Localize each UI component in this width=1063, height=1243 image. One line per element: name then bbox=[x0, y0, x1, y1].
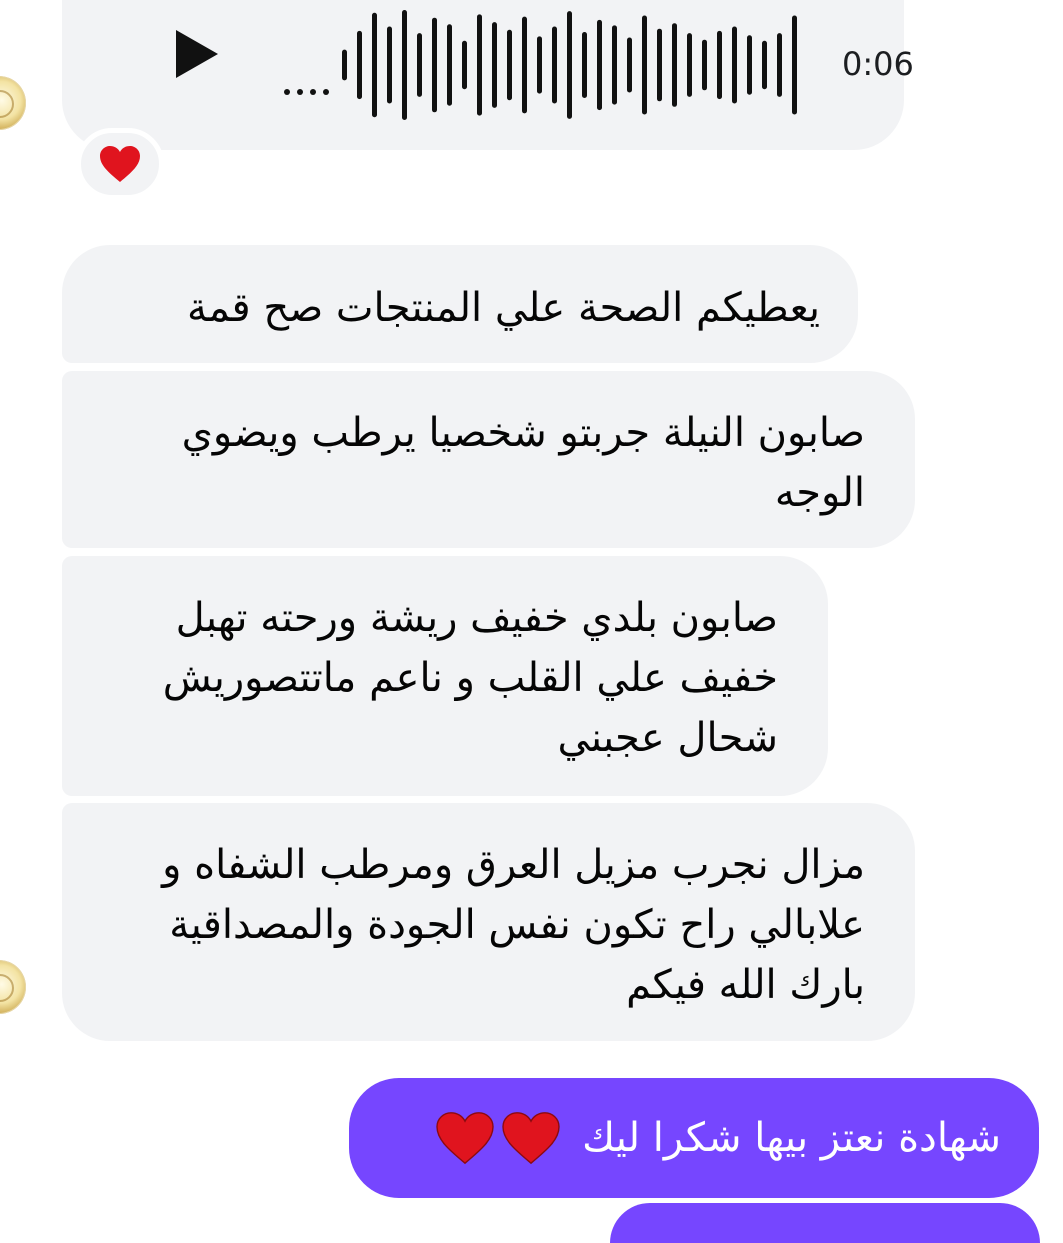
waveform-bar bbox=[387, 26, 392, 104]
waveform-bar bbox=[552, 26, 557, 104]
sender-avatar[interactable] bbox=[0, 960, 26, 1014]
message-bubble[interactable]: صابون النيلة جربتو شخصيا يرطب ويضوي الوج… bbox=[62, 371, 915, 548]
audio-message-bubble: 0:06 bbox=[62, 0, 914, 150]
waveform-bar bbox=[597, 19, 602, 111]
waveform-bar bbox=[702, 39, 707, 91]
waveform-bar bbox=[567, 11, 572, 119]
waveform-bar bbox=[462, 40, 467, 90]
message-bubble[interactable]: صابون بلدي خفيف ريشة ورحته تهبل خفيف علي… bbox=[62, 556, 828, 796]
waveform-bar bbox=[492, 22, 497, 108]
waveform-bar bbox=[762, 40, 767, 90]
waveform-bar bbox=[777, 33, 782, 97]
outgoing-message-bubble[interactable]: شهادة نعتز بيها شكرا ليك bbox=[349, 1078, 1039, 1198]
waveform-bar bbox=[732, 26, 737, 104]
waveform-bar bbox=[582, 32, 587, 98]
heart-icon bbox=[502, 1112, 560, 1165]
waveform-bar bbox=[792, 15, 797, 115]
message-text: صابون بلدي خفيف ريشة ورحته تهبل bbox=[175, 595, 778, 641]
waveform-bar bbox=[357, 30, 362, 100]
waveform-bar bbox=[372, 12, 377, 118]
sender-avatar[interactable] bbox=[0, 76, 26, 130]
audio-duration: 0:06 bbox=[842, 45, 914, 83]
audio-waveform[interactable] bbox=[340, 0, 800, 130]
message-text: يعطيكم الصحة علي المنتجات صح قمة bbox=[186, 285, 820, 331]
message-bubble[interactable]: يعطيكم الصحة علي المنتجات صح قمة bbox=[62, 245, 858, 363]
heart-icon bbox=[436, 1112, 494, 1165]
waveform-bar bbox=[717, 30, 722, 100]
message-reaction[interactable] bbox=[76, 128, 164, 200]
waveform-bar bbox=[402, 10, 407, 120]
waveform-bar bbox=[417, 33, 422, 97]
waveform-bar bbox=[537, 36, 542, 94]
waveform-bar bbox=[642, 15, 647, 115]
message-text: خفيف علي القلب و ناعم ماتتصوريش bbox=[162, 655, 778, 701]
waveform-bar bbox=[477, 14, 482, 116]
message-bubble[interactable]: مزال نجرب مزيل العرق ومرطب الشفاه و علاب… bbox=[62, 803, 915, 1041]
message-text: شهادة نعتز بيها شكرا ليك bbox=[582, 1115, 1001, 1161]
waveform-bar bbox=[687, 33, 692, 97]
waveform-dots bbox=[266, 52, 336, 95]
message-text: مزال نجرب مزيل العرق ومرطب الشفاه و bbox=[162, 842, 865, 888]
waveform-bar bbox=[342, 49, 347, 81]
message-text: علابالي راح تكون نفس الجودة والمصداقية bbox=[169, 902, 865, 948]
waveform-bar bbox=[612, 25, 617, 105]
waveform-bar bbox=[507, 29, 512, 101]
heart-icon bbox=[100, 146, 140, 182]
message-text: الوجه bbox=[774, 470, 865, 516]
message-text: صابون النيلة جربتو شخصيا يرطب ويضوي bbox=[181, 410, 865, 456]
waveform-bar bbox=[657, 28, 662, 102]
waveform-bar bbox=[747, 35, 752, 95]
outgoing-message-bubble-partial[interactable] bbox=[610, 1203, 1040, 1243]
waveform-bar bbox=[627, 37, 632, 93]
waveform-bar bbox=[447, 24, 452, 106]
message-text: شحال عجبني bbox=[557, 715, 778, 761]
waveform-bar bbox=[432, 17, 437, 113]
waveform-bar bbox=[522, 16, 527, 114]
emoji-group bbox=[434, 1110, 562, 1166]
waveform-bar bbox=[672, 23, 677, 107]
message-text: بارك الله فيكم bbox=[626, 962, 865, 1008]
play-icon[interactable] bbox=[176, 30, 218, 78]
